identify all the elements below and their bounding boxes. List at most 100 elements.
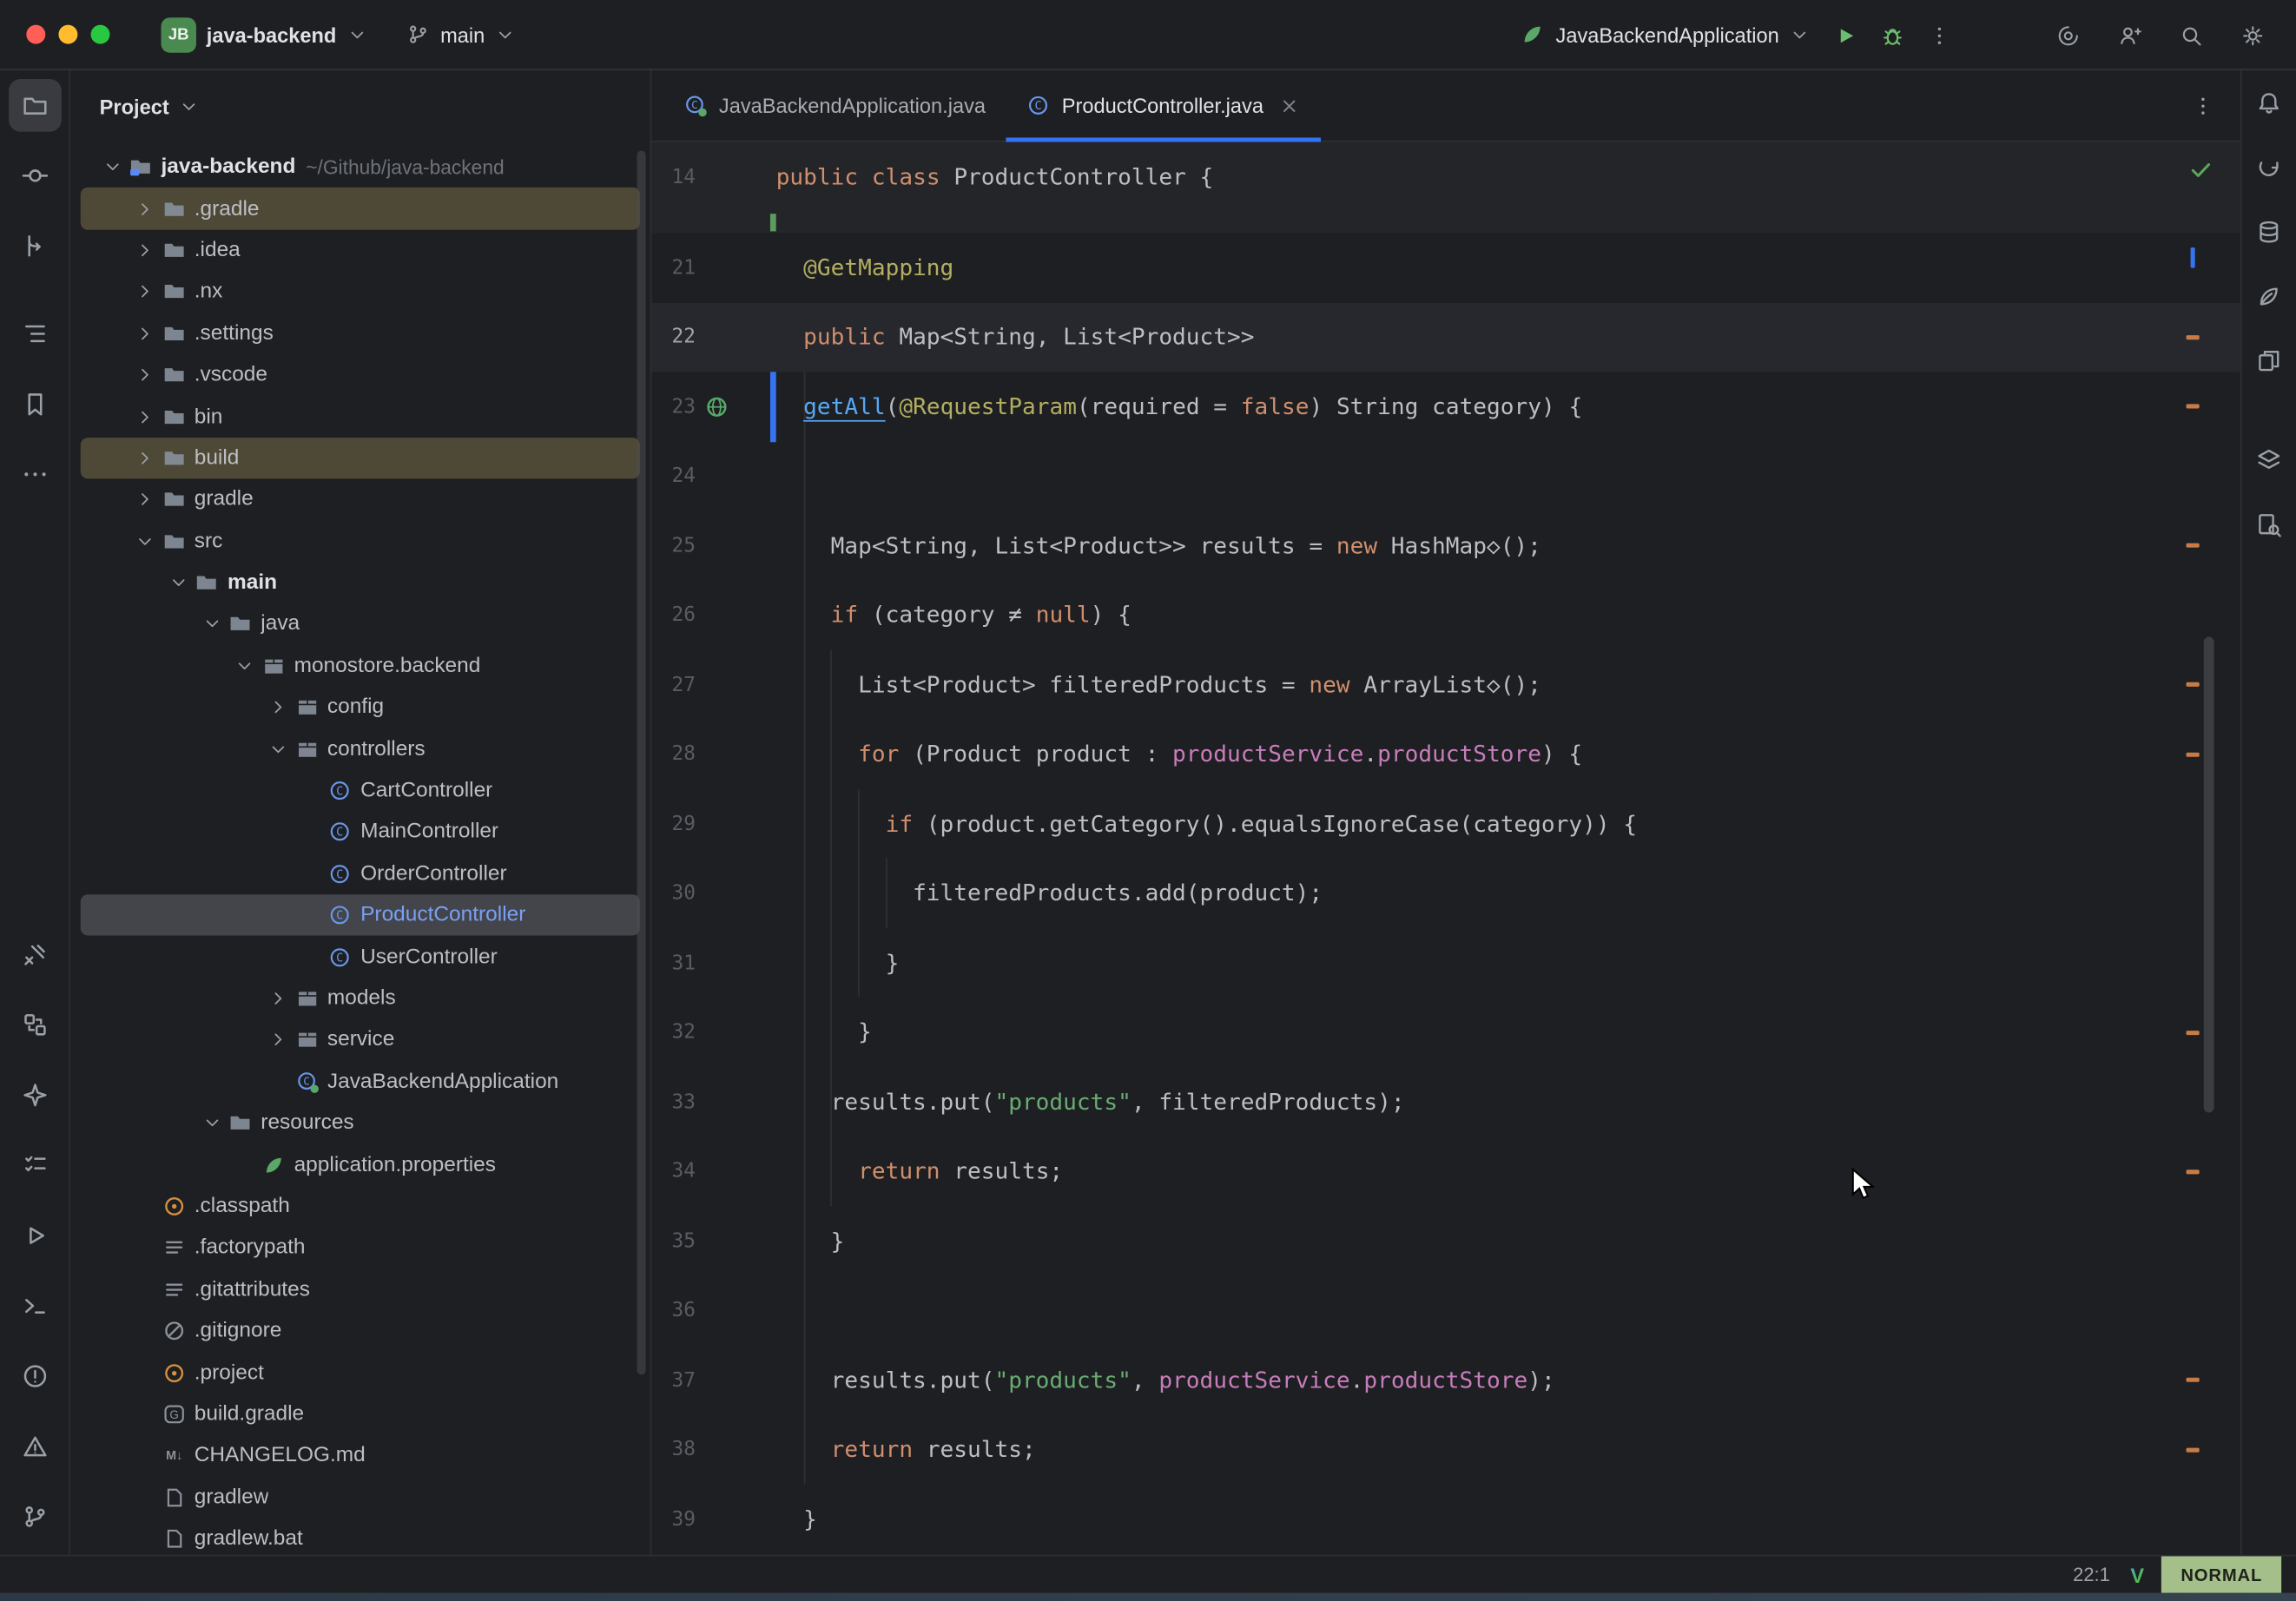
tree-item-.gitattributes[interactable]: .gitattributes (81, 1268, 640, 1310)
tree-item-.factorypath[interactable]: .factorypath (81, 1227, 640, 1268)
stripe-mark-line-22[interactable] (2187, 334, 2200, 339)
chevron-right-icon[interactable] (133, 446, 158, 470)
more-button[interactable] (8, 448, 61, 501)
editor-line-28[interactable]: 28 for (Product product : productService… (651, 720, 2240, 789)
stripe-mark-line-27[interactable] (2187, 682, 2200, 687)
window-close-button[interactable] (26, 25, 45, 44)
stripe-mark-line-37[interactable] (2187, 1378, 2200, 1382)
close-icon[interactable] (1278, 95, 1300, 116)
gutter-line-36[interactable]: 36 (651, 1276, 775, 1346)
gutter-line-38[interactable]: 38 (651, 1415, 775, 1485)
tree-item-.project[interactable]: .project (81, 1352, 640, 1393)
version-control-button[interactable] (8, 1491, 61, 1544)
editor-line-36[interactable]: 36 (651, 1276, 2240, 1346)
inspections-ok-icon[interactable] (2187, 156, 2214, 182)
folded-lines-gap[interactable] (651, 212, 2240, 233)
gutter-line-27[interactable]: 27 (651, 650, 775, 720)
tree-item-monostore.backend[interactable]: monostore.backend (81, 645, 640, 687)
tree-item-CartController[interactable]: CCartController (81, 770, 640, 812)
more-actions-button[interactable] (1916, 11, 1963, 58)
tab-ProductController.java[interactable]: CProductController.java (1006, 70, 1321, 141)
chevron-down-icon[interactable] (233, 655, 258, 678)
run-config-widget[interactable]: JavaBackendApplication (1509, 15, 1822, 55)
code-with-me-button[interactable] (2106, 11, 2153, 58)
tab-JavaBackendApplication.java[interactable]: CJavaBackendApplication.java (663, 70, 1006, 141)
spring-beans-button[interactable] (2246, 273, 2293, 320)
chevron-right-icon[interactable] (133, 322, 158, 346)
caret-position-widget[interactable]: 22:1 (2058, 1564, 2124, 1585)
tree-item-.nx[interactable]: .nx (81, 271, 640, 313)
project-panel-header[interactable]: Project (70, 70, 650, 143)
structure-button[interactable] (8, 307, 61, 360)
branch-widget[interactable]: main (393, 15, 527, 55)
project-tree-scrollbar[interactable] (637, 151, 646, 1375)
gutter-line-14[interactable]: 14 (651, 142, 775, 212)
tree-item-JavaBackendApplication[interactable]: CJavaBackendApplication (81, 1061, 640, 1103)
run-button[interactable] (1822, 11, 1869, 58)
tree-item-.idea[interactable]: .idea (81, 229, 640, 271)
bookmarks-button[interactable] (8, 378, 61, 431)
chevron-down-icon[interactable] (266, 737, 291, 761)
layers-button[interactable] (2246, 436, 2293, 483)
gutter-line-29[interactable]: 29 (651, 789, 775, 859)
editor-line-37[interactable]: 37 results.put("products", productServic… (651, 1346, 2240, 1415)
editor-line-21[interactable]: 21 @GetMapping (651, 233, 2240, 302)
debug-button[interactable] (1869, 11, 1916, 58)
gutter-line-25[interactable]: 25 (651, 511, 775, 580)
gutter-line-34[interactable]: 34 (651, 1137, 775, 1206)
services-button[interactable] (8, 998, 61, 1051)
gutter-line-24[interactable]: 24 (651, 441, 775, 511)
endpoint-gutter-icon[interactable] (704, 394, 729, 419)
gutter-line-22[interactable]: 22 (651, 302, 775, 372)
stripe-mark-line-38[interactable] (2187, 1447, 2200, 1452)
tree-item-ProductController[interactable]: CProductController (81, 894, 640, 936)
gradle-button[interactable] (2246, 143, 2293, 190)
chevron-down-icon[interactable] (100, 155, 125, 179)
tree-item-models[interactable]: models (81, 978, 640, 1019)
notifications-button[interactable] (2246, 79, 2293, 126)
gutter-line-32[interactable]: 32 (651, 998, 775, 1067)
editor-line-30[interactable]: 30 filteredProducts.add(product); (651, 859, 2240, 928)
chevron-right-icon[interactable] (133, 488, 158, 511)
vim-icon[interactable]: V (2125, 1563, 2150, 1586)
gutter-line-37[interactable]: 37 (651, 1346, 775, 1415)
stripe-mark-line-23[interactable] (2187, 404, 2200, 408)
editor-line-34[interactable]: 34 return results; (651, 1137, 2240, 1206)
tab-options-button[interactable] (2185, 88, 2220, 122)
editor-line-39[interactable]: 39 } (651, 1485, 2240, 1554)
editor-line-29[interactable]: 29 if (product.getCategory().equalsIgnor… (651, 789, 2240, 859)
window-zoom-button[interactable] (91, 25, 110, 44)
chevron-down-icon[interactable] (199, 1111, 224, 1135)
chevron-right-icon[interactable] (133, 363, 158, 386)
tree-item-config[interactable]: config (81, 687, 640, 728)
database-button[interactable] (2246, 208, 2293, 254)
run-button[interactable] (8, 1209, 61, 1262)
endpoints-button[interactable] (2246, 337, 2293, 384)
gutter-line-23[interactable]: 23 (651, 372, 775, 441)
tree-item-.vscode[interactable]: .vscode (81, 354, 640, 396)
build-button[interactable] (8, 928, 61, 981)
tree-item-gradlew.bat[interactable]: gradlew.bat (81, 1518, 640, 1554)
tree-item-gradle[interactable]: gradle (81, 479, 640, 521)
gutter-line-30[interactable]: 30 (651, 859, 775, 928)
tree-item-.gradle[interactable]: .gradle (81, 188, 640, 229)
editor-line-23[interactable]: 23 getAll(@RequestParam(required = false… (651, 372, 2240, 441)
tree-item-java-backend[interactable]: java-backend~/Github/java-backend (81, 147, 640, 188)
editor-line-31[interactable]: 31 } (651, 928, 2240, 998)
tree-item-UserController[interactable]: CUserController (81, 936, 640, 978)
chevron-down-icon[interactable] (133, 530, 158, 553)
documentation-search-button[interactable] (2246, 501, 2293, 548)
editor-line-24[interactable]: 24 (651, 441, 2240, 511)
editor-line-35[interactable]: 35 } (651, 1206, 2240, 1275)
tree-item-main[interactable]: main (81, 562, 640, 603)
tree-item-build[interactable]: build (81, 438, 640, 479)
editor-line-38[interactable]: 38 return results; (651, 1415, 2240, 1485)
tree-item-MainController[interactable]: CMainController (81, 812, 640, 853)
stripe-mark-line-21[interactable] (2191, 247, 2195, 268)
vim-mode-badge[interactable]: NORMAL (2161, 1556, 2281, 1592)
tree-item-bin[interactable]: bin (81, 396, 640, 438)
chevron-right-icon[interactable] (266, 695, 291, 719)
gutter-line-26[interactable]: 26 (651, 581, 775, 650)
search-everywhere-button[interactable] (2167, 11, 2214, 58)
gutter-line-35[interactable]: 35 (651, 1206, 775, 1275)
